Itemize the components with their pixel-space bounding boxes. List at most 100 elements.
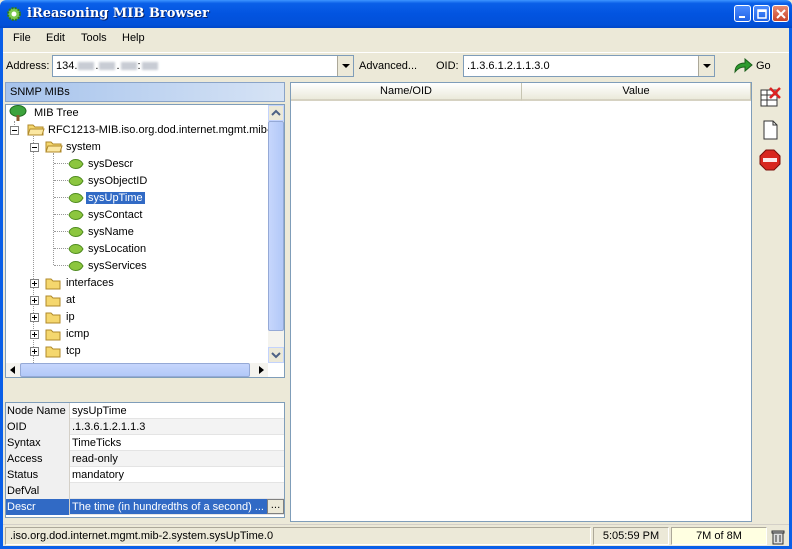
address-combo[interactable]: 134...: — [52, 55, 354, 77]
property-key: Node Name — [6, 403, 70, 419]
address-dropdown-arrow[interactable] — [337, 56, 353, 76]
open-folder-icon — [45, 141, 63, 153]
menu-edit[interactable]: Edit — [46, 32, 65, 44]
tree-leaf-label: sysServices — [88, 260, 147, 272]
side-toolbar — [756, 86, 784, 186]
address-bar: Address: 134...: Advanced... OID: .1.3.6… — [3, 52, 789, 80]
tree-leaf-label: sysDescr — [88, 158, 134, 170]
system-collapse-toggle[interactable] — [30, 143, 39, 152]
expand-toggle[interactable] — [30, 279, 39, 288]
triangle-left-icon — [10, 366, 15, 374]
close-button[interactable] — [772, 5, 789, 22]
menu-bar: File Edit Tools Help — [3, 28, 789, 50]
property-value: .1.3.6.1.2.1.1.3 — [72, 421, 146, 433]
address-label: Address: — [6, 60, 50, 72]
advanced-button[interactable]: Advanced... — [359, 60, 417, 72]
leaf-icon — [68, 261, 84, 271]
description-more-button[interactable]: ... — [267, 499, 284, 514]
expand-toggle[interactable] — [30, 330, 39, 339]
status-oid-path: .iso.org.dod.internet.mgmt.mib-2.system.… — [5, 527, 591, 545]
chevron-up-icon — [271, 109, 281, 116]
column-header-name-oid[interactable]: Name/OID — [291, 83, 522, 101]
property-key: Descr — [6, 499, 70, 515]
leaf-icon — [68, 210, 84, 220]
tree-system-label: system — [66, 141, 101, 153]
oid-combo[interactable]: .1.3.6.1.2.1.1.3.0 — [463, 55, 715, 77]
expand-toggle[interactable] — [30, 347, 39, 356]
oid-dropdown-arrow[interactable] — [698, 56, 714, 76]
result-table[interactable]: Name/OID Value — [290, 82, 752, 522]
folder-icon — [45, 329, 61, 341]
scroll-left-button[interactable] — [6, 363, 20, 377]
property-row[interactable]: OID .1.3.6.1.2.1.1.3 — [6, 419, 284, 435]
tree-folder-label: tcp — [66, 345, 81, 357]
window-title: iReasoning MIB Browser — [27, 6, 210, 21]
property-key: DefVal — [6, 483, 70, 499]
garbage-collect-button[interactable] — [769, 528, 787, 546]
maximize-icon — [757, 9, 767, 19]
tree-leaf-label: sysContact — [88, 209, 143, 221]
expand-toggle[interactable] — [30, 296, 39, 305]
vertical-scroll-thumb[interactable] — [268, 121, 284, 331]
tree-folder-label: at — [66, 294, 76, 306]
snmp-mibs-header: SNMP MIBs — [5, 82, 285, 102]
property-value: read-only — [72, 453, 118, 465]
oid-label: OID: — [436, 60, 459, 72]
tree-folder-label: interfaces — [66, 277, 114, 289]
tree-vertical-scrollbar[interactable] — [268, 105, 284, 363]
horizontal-scroll-thumb[interactable] — [20, 363, 250, 377]
leaf-icon — [68, 193, 84, 203]
stop-button[interactable] — [758, 148, 782, 172]
minimize-icon — [739, 16, 745, 18]
go-arrow-icon — [734, 58, 753, 74]
folder-icon — [45, 295, 61, 307]
property-row[interactable]: Status mandatory — [6, 467, 284, 483]
tree-folder-label: icmp — [66, 328, 90, 340]
menu-file[interactable]: File — [13, 32, 31, 44]
go-label: Go — [756, 60, 771, 72]
module-collapse-toggle[interactable] — [10, 126, 19, 135]
status-bar: .iso.org.dod.internet.mgmt.mib-2.system.… — [3, 524, 789, 546]
minimize-button[interactable] — [734, 5, 751, 22]
tree-horizontal-scrollbar[interactable] — [6, 363, 268, 377]
clear-table-icon — [760, 87, 781, 107]
property-key: OID — [6, 419, 70, 435]
property-key: Status — [6, 467, 70, 483]
new-document-button[interactable] — [758, 118, 782, 142]
stop-icon — [759, 149, 781, 171]
tree-leaf-label: sysName — [88, 226, 134, 238]
mib-tree[interactable]: MIB Tree RFC1213-MIB.iso.org.dod.interne… — [5, 104, 285, 378]
folder-icon — [45, 312, 61, 324]
trash-icon — [771, 530, 785, 545]
expand-toggle[interactable] — [30, 313, 39, 322]
status-time: 5:05:59 PM — [593, 527, 669, 545]
new-document-icon — [763, 120, 778, 140]
node-properties-table: Node Name sysUpTime OID .1.3.6.1.2.1.1.3… — [5, 402, 285, 518]
property-key: Access — [6, 451, 70, 467]
title-bar[interactable]: iReasoning MIB Browser — [0, 0, 792, 28]
leaf-icon — [68, 159, 84, 169]
go-button[interactable]: Go — [731, 56, 779, 76]
property-value: mandatory — [72, 469, 124, 481]
property-row[interactable]: Node Name sysUpTime — [6, 403, 284, 419]
menu-help[interactable]: Help — [122, 32, 145, 44]
folder-icon — [45, 346, 61, 358]
property-row[interactable]: Access read-only — [6, 451, 284, 467]
chevron-down-icon — [271, 352, 281, 359]
property-value: TimeTicks — [72, 437, 122, 449]
clear-table-button[interactable] — [758, 86, 782, 110]
column-header-value[interactable]: Value — [522, 83, 751, 101]
leaf-icon — [68, 244, 84, 254]
property-row[interactable]: Syntax TimeTicks — [6, 435, 284, 451]
tree-leaf-label: sysUpTime — [85, 191, 146, 205]
property-row-selected[interactable]: Descr The time (in hundredths of a secon… — [6, 499, 284, 515]
panel-header-label: SNMP MIBs — [10, 86, 70, 98]
property-row[interactable]: DefVal — [6, 483, 284, 499]
property-key: Syntax — [6, 435, 70, 451]
maximize-button[interactable] — [753, 5, 770, 22]
scroll-down-button[interactable] — [268, 347, 284, 363]
scroll-right-button[interactable] — [254, 363, 268, 377]
tree-leaf-label: sysObjectID — [88, 175, 148, 187]
menu-tools[interactable]: Tools — [81, 32, 107, 44]
scroll-up-button[interactable] — [268, 105, 284, 121]
